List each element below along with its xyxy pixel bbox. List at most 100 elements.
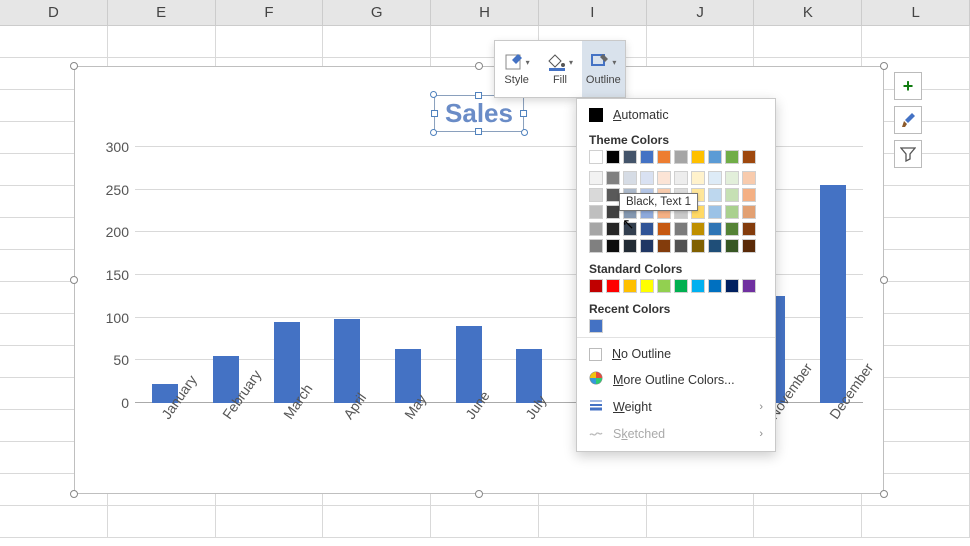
color-swatch[interactable] (589, 150, 603, 164)
color-swatch[interactable] (606, 239, 620, 253)
color-swatch[interactable] (725, 188, 739, 202)
color-swatch[interactable] (640, 222, 654, 236)
color-swatch[interactable] (674, 171, 688, 185)
chart-styles-button[interactable] (894, 106, 922, 134)
outline-weight[interactable]: Weight › (577, 393, 775, 420)
resize-handle[interactable] (70, 490, 78, 498)
col-L[interactable]: L (862, 0, 970, 25)
color-swatch[interactable] (640, 279, 654, 293)
color-swatch[interactable] (742, 279, 756, 293)
color-swatch[interactable] (589, 279, 603, 293)
color-swatch[interactable] (589, 188, 603, 202)
resize-handle[interactable] (880, 490, 888, 498)
color-swatch[interactable] (742, 222, 756, 236)
chart-side-buttons: + (894, 72, 922, 168)
color-swatch[interactable] (691, 171, 705, 185)
color-swatch[interactable] (589, 319, 603, 333)
color-swatch[interactable] (708, 279, 722, 293)
color-swatch[interactable] (742, 239, 756, 253)
color-swatch[interactable] (640, 171, 654, 185)
resize-handle[interactable] (880, 62, 888, 70)
color-swatch[interactable] (708, 188, 722, 202)
resize-handle[interactable] (475, 490, 483, 498)
chart-filter-button[interactable] (894, 140, 922, 168)
chart-elements-button[interactable]: + (894, 72, 922, 100)
color-swatch[interactable] (708, 222, 722, 236)
color-swatch[interactable] (742, 171, 756, 185)
color-swatch[interactable] (708, 150, 722, 164)
color-swatch[interactable] (623, 222, 637, 236)
color-swatch[interactable] (725, 150, 739, 164)
color-swatch[interactable] (657, 150, 671, 164)
color-swatch[interactable] (606, 150, 620, 164)
color-swatch[interactable] (623, 150, 637, 164)
resize-handle[interactable] (70, 62, 78, 70)
color-swatch[interactable] (657, 171, 671, 185)
color-swatch[interactable] (657, 222, 671, 236)
color-swatch[interactable] (674, 239, 688, 253)
color-swatch[interactable] (589, 205, 603, 219)
y-tick: 50 (113, 352, 129, 368)
color-swatch[interactable] (708, 171, 722, 185)
color-swatch[interactable] (657, 239, 671, 253)
outline-automatic[interactable]: Automatic (577, 103, 775, 127)
chart-title[interactable]: Sales (434, 95, 524, 132)
color-swatch[interactable] (606, 222, 620, 236)
col-E[interactable]: E (108, 0, 216, 25)
color-swatch[interactable] (708, 205, 722, 219)
color-swatch[interactable] (691, 239, 705, 253)
color-swatch[interactable] (725, 205, 739, 219)
no-outline[interactable]: No Outline (577, 342, 775, 366)
col-H[interactable]: H (431, 0, 539, 25)
color-swatch[interactable] (674, 279, 688, 293)
resize-handle[interactable] (880, 276, 888, 284)
color-swatch[interactable] (589, 239, 603, 253)
color-swatch[interactable] (725, 171, 739, 185)
col-D[interactable]: D (0, 0, 108, 25)
col-J[interactable]: J (647, 0, 755, 25)
color-swatch[interactable] (606, 205, 620, 219)
color-swatch[interactable] (674, 150, 688, 164)
sketched-icon (589, 425, 603, 442)
color-swatch[interactable] (725, 239, 739, 253)
color-swatch[interactable] (674, 222, 688, 236)
chart-title-text: Sales (445, 98, 513, 128)
resize-handle[interactable] (70, 276, 78, 284)
color-swatch[interactable] (691, 279, 705, 293)
col-F[interactable]: F (216, 0, 324, 25)
color-swatch[interactable] (742, 205, 756, 219)
color-swatch[interactable] (623, 171, 637, 185)
col-G[interactable]: G (323, 0, 431, 25)
color-swatch[interactable] (623, 279, 637, 293)
funnel-icon (900, 146, 916, 162)
color-swatch[interactable] (742, 150, 756, 164)
color-swatch[interactable] (606, 279, 620, 293)
style-button[interactable]: ▾ Style (495, 41, 538, 97)
col-K[interactable]: K (754, 0, 862, 25)
color-swatch[interactable] (606, 171, 620, 185)
style-label: Style (504, 74, 528, 86)
color-swatch[interactable] (640, 239, 654, 253)
color-swatch[interactable] (640, 150, 654, 164)
color-swatch[interactable] (589, 222, 603, 236)
color-swatch[interactable] (657, 279, 671, 293)
color-swatch[interactable] (725, 279, 739, 293)
color-swatch[interactable] (606, 188, 620, 202)
color-swatch[interactable] (691, 150, 705, 164)
color-swatch[interactable] (623, 239, 637, 253)
outline-button[interactable]: ▾ Outline (582, 41, 625, 97)
outline-label: Outline (586, 74, 621, 86)
color-swatch[interactable] (691, 222, 705, 236)
color-swatch[interactable] (708, 239, 722, 253)
fill-label: Fill (553, 74, 567, 86)
color-swatch[interactable] (742, 188, 756, 202)
bar-december[interactable] (820, 185, 846, 403)
col-I[interactable]: I (539, 0, 647, 25)
color-swatch[interactable] (589, 171, 603, 185)
outline-sketched[interactable]: Sketched › (577, 420, 775, 447)
resize-handle[interactable] (475, 62, 483, 70)
fill-button[interactable]: ▾ Fill (538, 41, 581, 97)
weight-icon (589, 398, 603, 415)
color-swatch[interactable] (725, 222, 739, 236)
more-outline-colors[interactable]: More Outline Colors... (577, 366, 775, 393)
